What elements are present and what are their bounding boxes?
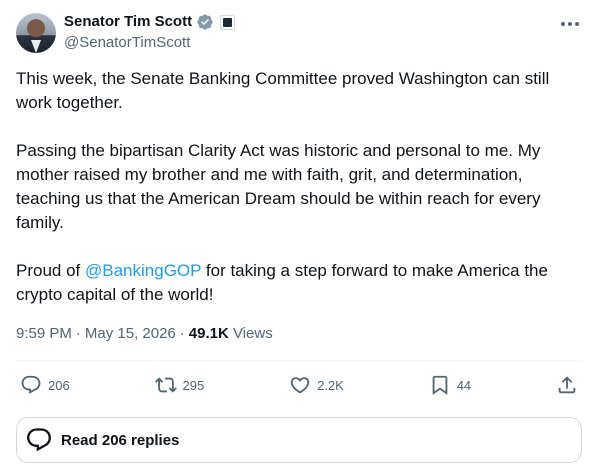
- tweet-paragraph: Proud of @BankingGOP for taking a step f…: [16, 259, 582, 307]
- mention-link[interactable]: @BankingGOP: [85, 261, 201, 280]
- share-icon: [558, 376, 576, 394]
- name-row: Senator Tim Scott: [64, 12, 236, 32]
- reply-bubble-icon: [27, 428, 51, 452]
- like-count: 2.2K: [317, 377, 344, 393]
- tweet-date[interactable]: May 15, 2026: [85, 323, 176, 345]
- avatar[interactable]: [16, 13, 56, 53]
- more-options-icon[interactable]: [560, 14, 580, 34]
- reply-icon: [21, 375, 41, 394]
- reply-button[interactable]: 206: [20, 374, 70, 396]
- bookmark-count: 44: [456, 377, 472, 393]
- repost-button[interactable]: 295: [154, 374, 205, 396]
- bookmark-icon: [432, 375, 448, 396]
- tweet-meta: 9:59 PM · May 15, 2026 · 49.1K Views: [16, 323, 273, 345]
- government-label-icon[interactable]: [220, 14, 236, 30]
- tweet-text: This week, the Senate Banking Committee …: [16, 67, 582, 307]
- tweet-time[interactable]: 9:59 PM: [16, 323, 72, 345]
- tweet-paragraph: Passing the bipartisan Clarity Act was h…: [16, 141, 541, 232]
- verified-badge-icon: [197, 14, 213, 30]
- repost-count: 295: [182, 377, 205, 393]
- like-button[interactable]: 2.2K: [289, 374, 344, 396]
- bookmark-button[interactable]: 44: [429, 374, 471, 396]
- meta-separator: ·: [75, 325, 81, 342]
- tweet-paragraph: This week, the Senate Banking Committee …: [16, 69, 550, 112]
- repost-icon: [154, 377, 177, 393]
- reply-count: 206: [48, 377, 70, 393]
- tweet-text-segment: Proud of: [16, 261, 85, 280]
- read-replies-label: Read 206 replies: [61, 431, 180, 449]
- tweet-header: Senator Tim Scott @SenatorTimScott: [16, 12, 582, 54]
- read-replies-button[interactable]: Read 206 replies: [16, 417, 582, 463]
- handle[interactable]: @SenatorTimScott: [64, 33, 190, 53]
- like-icon: [290, 377, 310, 394]
- meta-separator: ·: [179, 325, 185, 342]
- share-button[interactable]: [556, 374, 578, 396]
- views-label: Views: [232, 325, 273, 342]
- views-count: 49.1K: [188, 325, 229, 342]
- action-bar: 206 295 2.2K 44: [16, 361, 582, 409]
- display-name[interactable]: Senator Tim Scott: [64, 12, 192, 32]
